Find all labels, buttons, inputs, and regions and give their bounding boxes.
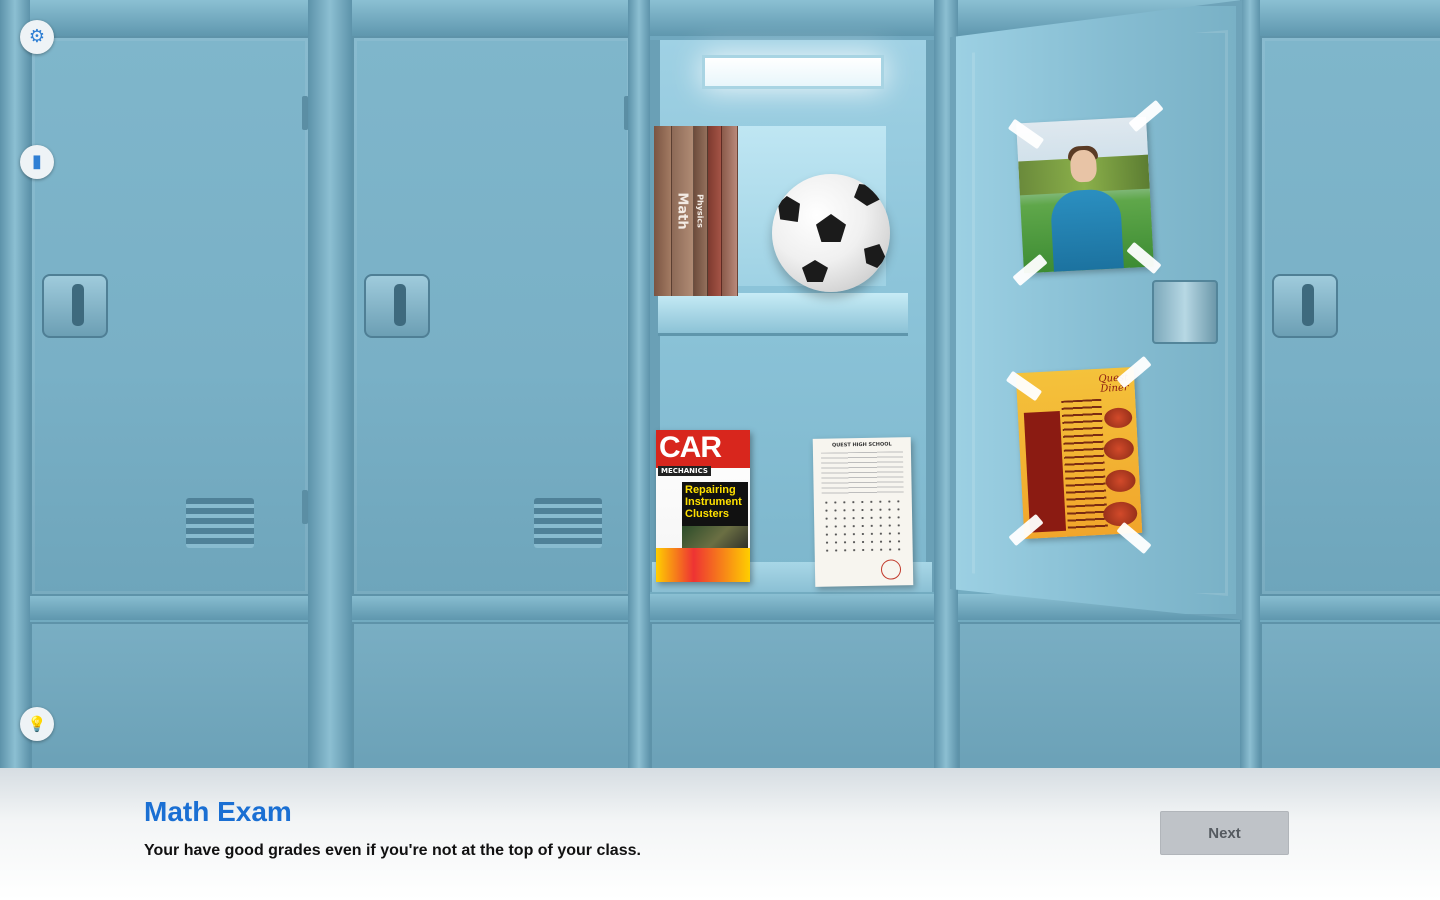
locker-vents	[534, 498, 602, 548]
locker-handle	[42, 274, 108, 338]
lower-locker	[1260, 622, 1440, 768]
book-math-label: Math	[674, 192, 690, 230]
book-physics[interactable]: Physics	[693, 126, 708, 296]
lightbulb-icon: 💡	[27, 715, 47, 733]
car-mechanics-magazine[interactable]: CAR MECHANICS Repairing Instrument Clust…	[656, 430, 750, 582]
book	[707, 126, 722, 296]
ball-patch	[778, 196, 800, 222]
magazine-footer	[656, 548, 750, 582]
locker-post	[0, 0, 30, 768]
clipboard-icon: ▮	[32, 151, 42, 172]
settings-button[interactable]: ⚙	[20, 20, 54, 54]
lower-locker	[650, 622, 938, 768]
door-latch	[1152, 280, 1218, 344]
book	[721, 126, 738, 296]
magazine-headline-box: Repairing Instrument Clusters	[682, 482, 748, 526]
magazine-subtitle: MECHANICS	[658, 466, 711, 476]
locker-vents	[186, 498, 254, 548]
gear-icon: ⚙	[28, 26, 46, 47]
clipboard-button[interactable]: ▮	[20, 145, 54, 179]
dialog-title: Math Exam	[144, 796, 292, 827]
lower-locker	[352, 622, 632, 768]
menu-items	[1061, 398, 1108, 531]
locker-post	[308, 0, 352, 768]
locker-handle	[364, 274, 430, 338]
exam-grade-stamp	[880, 559, 902, 580]
dialog-message: Your have good grades even if you're not…	[144, 842, 641, 859]
ball-patch	[854, 184, 880, 206]
food-image	[1104, 469, 1137, 493]
lower-locker	[958, 622, 1244, 768]
locker-post	[1240, 0, 1260, 768]
locker-scene: Math Physics CAR MECHANICS Repairing Ins…	[0, 0, 1440, 768]
next-button[interactable]: Next	[1160, 811, 1289, 855]
ball-patch	[802, 260, 828, 282]
books-stack[interactable]: Math Physics	[654, 126, 738, 296]
food-image	[1103, 437, 1135, 461]
book-physics-label: Physics	[695, 194, 705, 228]
book-math[interactable]: Math	[671, 126, 694, 296]
exam-answers	[821, 497, 905, 555]
person-body	[1049, 188, 1125, 274]
book	[654, 126, 672, 296]
exam-paper[interactable]: QUEST HIGH SCHOOL	[812, 437, 914, 587]
lower-locker	[30, 622, 310, 768]
ceiling-light	[702, 55, 884, 89]
locker-post	[628, 0, 650, 768]
magazine-headline: Repairing Instrument Clusters	[685, 484, 742, 520]
locker-handle	[1272, 274, 1338, 338]
hint-button[interactable]: 💡	[20, 707, 54, 741]
food-image	[1102, 501, 1138, 527]
exam-school-name: QUEST HIGH SCHOOL	[831, 441, 892, 449]
locker-shelf	[658, 293, 908, 336]
magazine-title: CAR	[659, 431, 722, 464]
ball-patch	[816, 214, 846, 242]
exam-text-lines	[820, 451, 904, 497]
menu-column	[1023, 410, 1067, 533]
person-head	[1069, 149, 1098, 183]
soccer-ball[interactable]	[772, 174, 890, 292]
food-image	[1103, 407, 1133, 429]
